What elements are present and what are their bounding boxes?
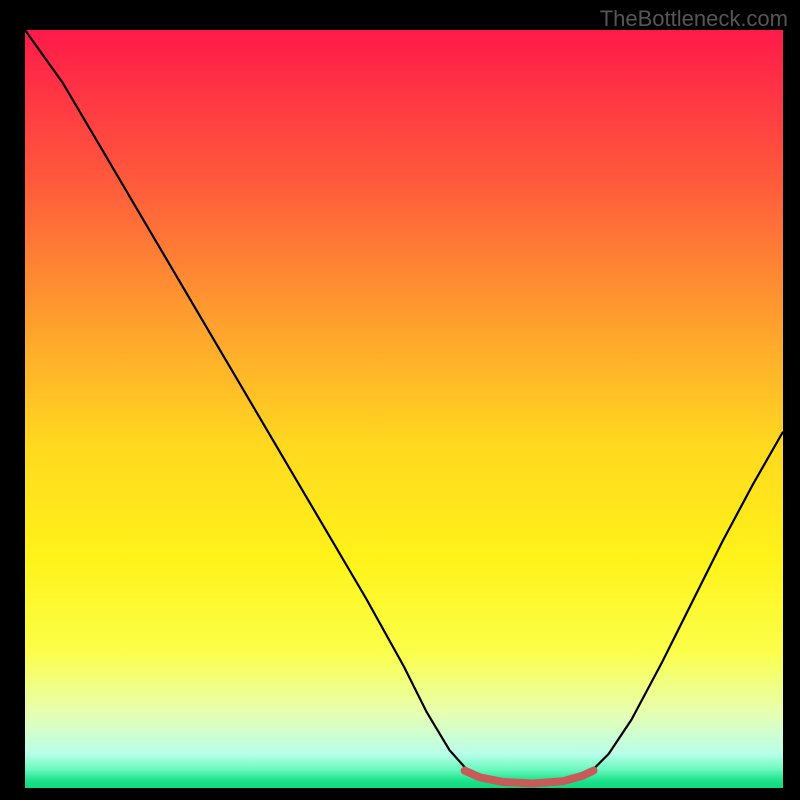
attribution-label: TheBottleneck.com: [600, 6, 788, 32]
plot-area: [25, 30, 783, 788]
bottleneck-chart: TheBottleneck.com: [0, 0, 800, 800]
chart-svg: [0, 0, 800, 800]
